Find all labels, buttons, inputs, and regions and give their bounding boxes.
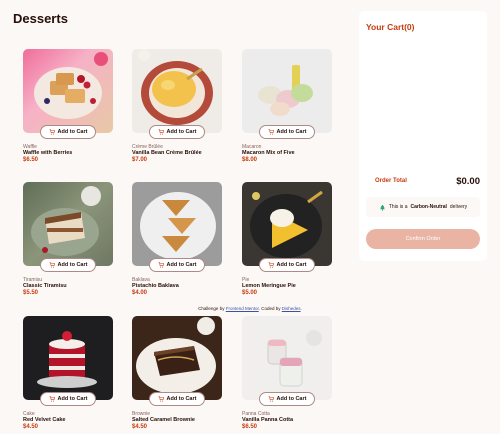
- cart-plus-icon: [158, 129, 164, 135]
- add-to-cart-button[interactable]: Add to Cart: [40, 125, 96, 139]
- product-card: Add to Cart Pie Lemon Meringue Pie $5.00: [242, 182, 332, 296]
- product-name: Red Velvet Cake: [23, 417, 66, 423]
- cart-plus-icon: [49, 396, 55, 402]
- product-image-baklava: [132, 182, 222, 266]
- cart-plus-icon: [158, 396, 164, 402]
- cart-plus-icon: [268, 262, 274, 268]
- add-to-cart-button[interactable]: Add to Cart: [149, 258, 205, 272]
- product-card: Add to Cart Waffle Waffle with Berries $…: [23, 49, 113, 163]
- product-price: $4.50: [23, 424, 39, 430]
- order-total-value: $0.00: [456, 176, 480, 187]
- product-price: $7.00: [132, 157, 148, 163]
- attribution-middle: . Coded by: [258, 306, 281, 311]
- confirm-order-button[interactable]: Confirm Order: [366, 229, 480, 249]
- product-card: Add to Cart Panna Cotta Vanilla Panna Co…: [242, 316, 332, 430]
- carbon-bold: Carbon-Neutral: [410, 204, 447, 210]
- product-image-panna-cotta: [242, 316, 332, 400]
- carbon-prefix: This is a: [388, 204, 408, 210]
- product-card: Add to Cart Baklava Pistachio Baklava $4…: [132, 182, 222, 296]
- order-total-label: Order Total: [375, 178, 407, 184]
- add-to-cart-label: Add to Cart: [166, 396, 197, 402]
- cart-plus-icon: [158, 262, 164, 268]
- add-to-cart-button[interactable]: Add to Cart: [259, 125, 315, 139]
- add-to-cart-button[interactable]: Add to Cart: [40, 392, 96, 406]
- product-name: Waffle with Berries: [23, 150, 73, 156]
- add-to-cart-button[interactable]: Add to Cart: [149, 392, 205, 406]
- product-name: Vanilla Panna Cotta: [242, 417, 294, 423]
- product-name: Classic Tiramisu: [23, 283, 67, 289]
- product-image-brownie: [132, 316, 222, 400]
- add-to-cart-label: Add to Cart: [276, 262, 307, 268]
- add-to-cart-button[interactable]: Add to Cart: [259, 258, 315, 272]
- attribution-suffix: .: [300, 306, 302, 311]
- attribution-prefix: Challenge by: [198, 306, 225, 311]
- add-to-cart-button[interactable]: Add to Cart: [149, 125, 205, 139]
- cart-panel: Your Cart(0) Order Total $0.00 This is a…: [359, 11, 487, 261]
- product-price: $5.50: [23, 290, 39, 296]
- add-to-cart-button[interactable]: Add to Cart: [40, 258, 96, 272]
- product-image-macaron: [242, 49, 332, 133]
- author-link[interactable]: Dishedes: [282, 306, 301, 311]
- product-card: Add to Cart Crème Brûlée Vanilla Bean Cr…: [132, 49, 222, 163]
- attribution: Challenge by Frontend Mentor. Coded by D…: [150, 306, 350, 311]
- product-image-red-velvet: [23, 316, 113, 400]
- cart-plus-icon: [268, 129, 274, 135]
- product-price: $6.50: [23, 157, 39, 163]
- carbon-suffix: delivery: [449, 204, 468, 210]
- add-to-cart-label: Add to Cart: [166, 129, 197, 135]
- page-title: Desserts: [13, 11, 68, 26]
- tree-icon: [379, 204, 385, 211]
- product-image-tiramisu: [23, 182, 113, 266]
- product-image-waffle: [23, 49, 113, 133]
- frontend-mentor-link[interactable]: Frontend Mentor: [226, 306, 259, 311]
- carbon-neutral-notice: This is a Carbon-Neutral delivery: [366, 197, 480, 217]
- product-card: Add to Cart Brownie Salted Caramel Brown…: [132, 316, 222, 430]
- cart-plus-icon: [49, 129, 55, 135]
- product-image-lemon-pie: [242, 182, 332, 266]
- cart-plus-icon: [268, 396, 274, 402]
- add-to-cart-button[interactable]: Add to Cart: [259, 392, 315, 406]
- product-card: Add to Cart Macaron Macaron Mix of Five …: [242, 49, 332, 163]
- add-to-cart-label: Add to Cart: [276, 129, 307, 135]
- cart-title: Your Cart(0): [366, 22, 415, 32]
- product-name: Lemon Meringue Pie: [242, 283, 296, 289]
- product-price: $4.50: [132, 424, 148, 430]
- add-to-cart-label: Add to Cart: [57, 262, 88, 268]
- cart-plus-icon: [49, 262, 55, 268]
- add-to-cart-label: Add to Cart: [57, 396, 88, 402]
- product-price: $6.50: [242, 424, 258, 430]
- product-card: Add to Cart Cake Red Velvet Cake $4.50: [23, 316, 113, 430]
- product-price: $8.00: [242, 157, 258, 163]
- product-name: Macaron Mix of Five: [242, 150, 295, 156]
- product-card: Add to Cart Tiramisu Classic Tiramisu $5…: [23, 182, 113, 296]
- add-to-cart-label: Add to Cart: [57, 129, 88, 135]
- product-name: Salted Caramel Brownie: [132, 417, 195, 423]
- product-name: Vanilla Bean Crème Brûlée: [132, 150, 202, 156]
- product-name: Pistachio Baklava: [132, 283, 179, 289]
- add-to-cart-label: Add to Cart: [166, 262, 197, 268]
- product-price: $5.00: [242, 290, 258, 296]
- product-image-creme-brulee: [132, 49, 222, 133]
- add-to-cart-label: Add to Cart: [276, 396, 307, 402]
- product-price: $4.00: [132, 290, 148, 296]
